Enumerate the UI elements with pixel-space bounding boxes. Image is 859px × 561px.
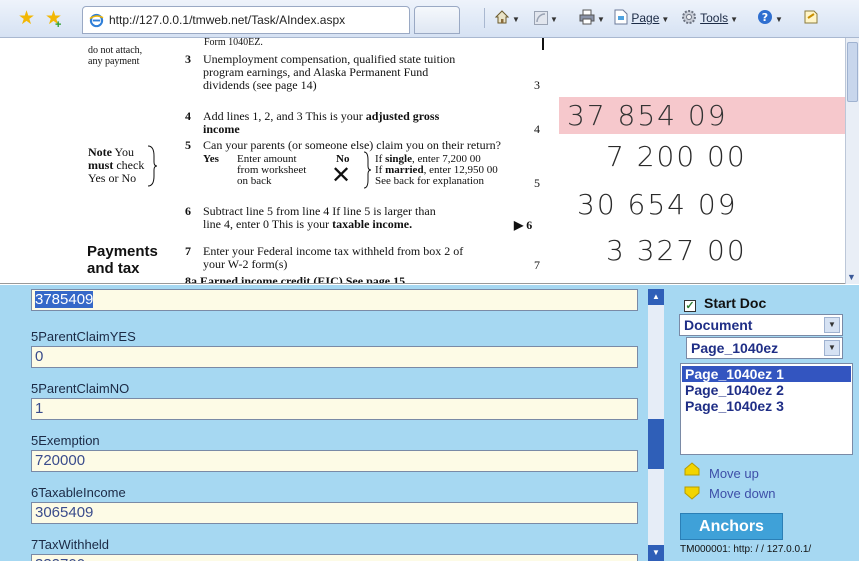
page-list[interactable]: Page_1040ez 1 Page_1040ez 2 Page_1040ez … xyxy=(680,363,853,455)
browser-toolbar: ★ ★ + http://127.0.0.1/tmweb.net/Task/AIn… xyxy=(0,0,859,38)
page-list-item[interactable]: Page_1040ez 3 xyxy=(682,398,851,414)
doc-text: Form 1040EZ. xyxy=(204,38,263,48)
scroll-down-icon[interactable]: ▼ xyxy=(847,272,856,282)
line-number: 6 xyxy=(185,204,191,218)
line-number: 5 xyxy=(185,138,191,152)
doc-text: on back xyxy=(237,175,272,187)
doc-text: your W-2 form(s) xyxy=(203,257,288,271)
line-number: 4 xyxy=(185,109,191,123)
field-input-parent-claim-no[interactable]: 1 xyxy=(31,398,638,420)
field-label: 7TaxWithheld xyxy=(31,537,110,552)
research-icon xyxy=(804,10,818,24)
field-label: 6TaxableIncome xyxy=(31,485,126,500)
line-number: 7 xyxy=(185,244,191,258)
page-menu[interactable]: Page ▼ xyxy=(614,9,669,29)
svg-text:?: ? xyxy=(762,11,768,24)
field-input-adjusted-gross[interactable]: 3785409 xyxy=(31,289,638,311)
section-heading: and tax xyxy=(87,260,140,277)
form-divider-line xyxy=(542,38,544,50)
research-button[interactable] xyxy=(803,9,819,27)
handwritten-checkmark: ✕ xyxy=(331,161,352,189)
fields-scrollbar[interactable]: ▲ ▼ xyxy=(648,289,664,561)
line-number: 3 xyxy=(185,52,191,66)
move-down-link[interactable]: Move down xyxy=(709,486,775,501)
gear-icon xyxy=(682,10,696,24)
brace-icon xyxy=(363,151,372,189)
page-list-item[interactable]: Page_1040ez 2 xyxy=(682,382,851,398)
field-input-parent-claim-yes[interactable]: 0 xyxy=(31,346,638,368)
field-label: 5ParentClaimYES xyxy=(31,329,136,344)
feeds-button[interactable]: ▼ xyxy=(534,9,558,29)
move-down-icon[interactable] xyxy=(684,486,700,500)
page-select[interactable]: Page_1040ez ▼ xyxy=(686,337,843,359)
checkbox-icon[interactable]: ✓ xyxy=(684,300,696,312)
address-url[interactable]: http://127.0.0.1/tmweb.net/Task/AIndex.a… xyxy=(109,13,345,27)
feeds-icon xyxy=(534,11,548,25)
line-box-number: 3 xyxy=(534,78,540,92)
handwritten-amount: 7 200 00 xyxy=(606,140,747,173)
data-entry-panel: 3785409 5ParentClaimYES 0 5ParentClaimNO… xyxy=(0,285,859,561)
chevron-down-icon[interactable]: ▼ xyxy=(824,317,840,333)
handwritten-amount: 37 854 09 xyxy=(567,99,728,132)
home-icon xyxy=(494,10,510,24)
doc-text: line 4, enter 0 This is your taxable inc… xyxy=(203,217,413,231)
section-heading: Payments xyxy=(87,243,158,260)
doc-text: See back for explanation xyxy=(375,175,485,187)
doc-text: 8a Earned income credit (EIC) See page 1… xyxy=(185,274,406,284)
page-icon xyxy=(614,9,628,25)
home-button[interactable]: ▼ xyxy=(494,9,520,29)
tm-status-text-continued: ... xyxy=(680,556,688,561)
doc-text: income xyxy=(203,122,240,136)
tools-menu[interactable]: Tools ▼ xyxy=(681,9,738,29)
document-select-value: Document xyxy=(684,317,753,333)
doc-text: Yes xyxy=(203,153,219,165)
handwritten-amount: 30 654 09 xyxy=(577,188,738,221)
page-list-item[interactable]: Page_1040ez 1 xyxy=(682,366,851,382)
scrollbar-thumb[interactable] xyxy=(847,42,858,102)
scroll-up-icon[interactable]: ▲ xyxy=(648,289,664,305)
page-select-value: Page_1040ez xyxy=(691,340,779,356)
brace-icon xyxy=(147,145,158,187)
page-menu-label: Page xyxy=(631,11,660,25)
scrollbar-thumb[interactable] xyxy=(648,419,664,469)
line-box-number: 5 xyxy=(534,176,540,190)
help-icon: ? xyxy=(758,10,772,24)
tools-menu-label: Tools xyxy=(700,11,729,25)
doc-text: dividends (see page 14) xyxy=(203,78,317,92)
document-select[interactable]: Document ▼ xyxy=(679,314,843,336)
line-box-number: ▶ 6 xyxy=(514,218,533,232)
tm-status-text: TM000001: http: / / 127.0.0.1/ xyxy=(680,544,812,555)
field-label: 5ParentClaimNO xyxy=(31,381,130,396)
print-icon xyxy=(579,9,595,25)
doc-text: Can your parents (or someone else) claim… xyxy=(203,138,501,152)
favorites-star-icon[interactable]: ★ xyxy=(18,9,35,28)
line-box-number: 4 xyxy=(534,122,540,136)
doc-text: Yes or No xyxy=(88,171,137,185)
anchors-button[interactable]: Anchors xyxy=(680,513,783,540)
chevron-down-icon[interactable]: ▼ xyxy=(824,340,840,356)
side-controls: ✓ Start Doc Document ▼ Page_1040ez ▼ Page_1… xyxy=(676,285,859,561)
move-up-link[interactable]: Move up xyxy=(709,466,759,481)
field-label: 5Exemption xyxy=(31,433,100,448)
ie-logo-icon xyxy=(89,13,104,28)
field-input-exemption[interactable]: 720000 xyxy=(31,450,638,472)
field-input-tax-withheld[interactable]: 332700 xyxy=(31,554,638,561)
scroll-down-icon[interactable]: ▼ xyxy=(648,545,664,561)
document-scrollbar[interactable]: ▼ xyxy=(845,38,859,284)
add-favorites-icon[interactable]: ★ + xyxy=(45,9,62,31)
help-menu[interactable]: ? ▼ xyxy=(757,9,783,29)
browser-tab[interactable]: http://127.0.0.1/tmweb.net/Task/AIndex.a… xyxy=(82,6,410,34)
move-up-icon[interactable] xyxy=(684,462,700,476)
start-doc-label: Start Doc xyxy=(704,295,767,311)
handwritten-amount: 3 327 00 xyxy=(606,234,747,267)
start-doc-checkbox[interactable]: ✓ Start Doc xyxy=(684,295,766,312)
line-box-number: 7 xyxy=(534,258,540,272)
toolbar-separator xyxy=(484,8,485,28)
print-button[interactable]: ▼ xyxy=(579,9,605,29)
document-image-view[interactable]: do not attach, any payment Form 1040EZ. … xyxy=(0,38,859,284)
new-tab-button[interactable] xyxy=(414,6,460,34)
doc-text: any payment xyxy=(88,56,140,67)
field-input-taxable-income[interactable]: 3065409 xyxy=(31,502,638,524)
field-list: 3785409 5ParentClaimYES 0 5ParentClaimNO… xyxy=(0,285,648,561)
